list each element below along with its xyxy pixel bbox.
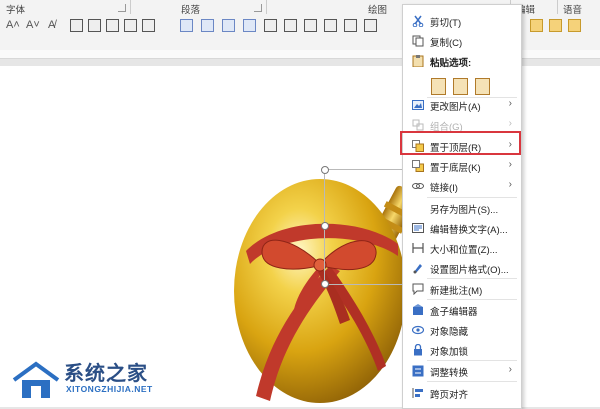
text-direction-icon[interactable] <box>180 19 193 32</box>
copy-icon <box>412 35 424 47</box>
shape-outline-icon[interactable] <box>549 19 562 32</box>
text-box-icon[interactable] <box>201 19 214 32</box>
columns-icon[interactable] <box>142 19 155 32</box>
watermark-logo-icon <box>12 361 60 398</box>
ribbon-group-drawing-label: 绘图 <box>368 5 388 16</box>
submenu-arrow-icon: › <box>508 118 512 129</box>
resize-handle-middle-left[interactable] <box>321 222 329 230</box>
menu-item-change-picture[interactable]: 更改图片(A) › <box>403 96 521 114</box>
submenu-arrow-icon: › <box>508 179 512 190</box>
ribbon-group-paragraph-label: 段落 <box>181 5 201 16</box>
align-text-icon[interactable] <box>222 19 235 32</box>
resize-handle-bottom-left[interactable] <box>321 280 329 288</box>
menu-item-paste-options: 粘贴选项: <box>403 52 521 70</box>
menu-item-adjust-convert[interactable]: 调整转换 › <box>403 362 521 380</box>
menu-item-cut[interactable]: 剪切(T) <box>403 12 521 30</box>
resize-handle-top-left[interactable] <box>321 166 329 174</box>
selection-frame <box>324 169 412 285</box>
scissors-icon <box>412 15 424 28</box>
paragraph-dialog-launcher-icon[interactable] <box>254 4 262 12</box>
menu-item-save-as-picture[interactable]: 另存为图片(S)... <box>403 199 521 217</box>
align-icon <box>412 387 424 399</box>
smartart-icon[interactable] <box>243 19 256 32</box>
paste-keep-format-icon[interactable] <box>431 78 446 95</box>
justify-icon[interactable] <box>124 19 137 32</box>
font-dialog-launcher-icon[interactable] <box>118 4 126 12</box>
menu-item-cross-page-align[interactable]: 跨页对齐 <box>403 384 521 402</box>
menu-item-link[interactable]: 链接(I) › <box>403 177 521 195</box>
eye-icon <box>411 324 425 336</box>
convert-icon <box>412 365 424 377</box>
ribbon-group-font-label: 字体 <box>6 5 26 16</box>
align-right-icon[interactable] <box>106 19 119 32</box>
ribbon-group-voice-label: 语音 <box>563 5 583 16</box>
distribute-icon[interactable] <box>324 19 337 32</box>
link-icon <box>412 180 424 192</box>
menu-item-new-comment[interactable]: 新建批注(M) <box>403 280 521 298</box>
paste-picture-icon[interactable] <box>453 78 468 95</box>
menu-item-edit-alt-text[interactable]: 编辑替换文字(A)... <box>403 219 521 237</box>
context-menu: 剪切(T) 复制(C) 粘贴选项: 更改图片(A) › 组合(G) › 置于顶层… <box>402 4 522 409</box>
menu-item-send-to-back[interactable]: 置于底层(K) › <box>403 157 521 175</box>
submenu-arrow-icon: › <box>508 98 512 109</box>
decrease-font-size-icon[interactable]: A˅ <box>26 19 40 31</box>
submenu-arrow-icon: › <box>508 159 512 170</box>
align-top-icon[interactable] <box>264 19 277 32</box>
align-middle-icon[interactable] <box>284 19 297 32</box>
watermark-title: 系统之家 <box>64 363 148 385</box>
highlight-box <box>400 131 521 155</box>
group-icon <box>412 119 424 131</box>
paste-icon <box>412 55 424 68</box>
send-to-back-icon <box>412 160 424 172</box>
menu-item-lock-object[interactable]: 对象加锁 <box>403 341 521 359</box>
lock-icon <box>412 343 424 356</box>
watermark-subtitle: XITONGZHIJIA.NET <box>66 384 153 394</box>
align-bottom-icon[interactable] <box>304 19 317 32</box>
menu-item-size-position[interactable]: 大小和位置(Z)... <box>403 239 521 257</box>
box-editor-icon <box>412 304 424 316</box>
arrange-icon[interactable] <box>344 19 357 32</box>
size-position-icon <box>412 242 424 254</box>
shape-fill-icon[interactable] <box>530 19 543 32</box>
align-left-icon[interactable] <box>70 19 83 32</box>
change-picture-icon <box>412 99 424 111</box>
increase-font-size-icon[interactable]: A˄ <box>6 19 20 31</box>
submenu-arrow-icon: › <box>508 364 512 375</box>
paste-text-only-icon[interactable] <box>475 78 490 95</box>
clear-format-icon[interactable]: A̸ <box>48 19 55 31</box>
shape-effects-icon[interactable] <box>568 19 581 32</box>
align-center-icon[interactable] <box>88 19 101 32</box>
menu-item-box-editor[interactable]: 盒子编辑器 <box>403 301 521 319</box>
rotate-icon[interactable] <box>364 19 377 32</box>
menu-item-format-picture[interactable]: 设置图片格式(O)... <box>403 259 521 277</box>
menu-item-copy[interactable]: 复制(C) <box>403 32 521 50</box>
format-picture-icon <box>412 262 424 274</box>
comment-icon <box>412 283 424 296</box>
menu-item-hide-object[interactable]: 对象隐藏 <box>403 321 521 339</box>
alt-text-icon <box>412 222 424 234</box>
